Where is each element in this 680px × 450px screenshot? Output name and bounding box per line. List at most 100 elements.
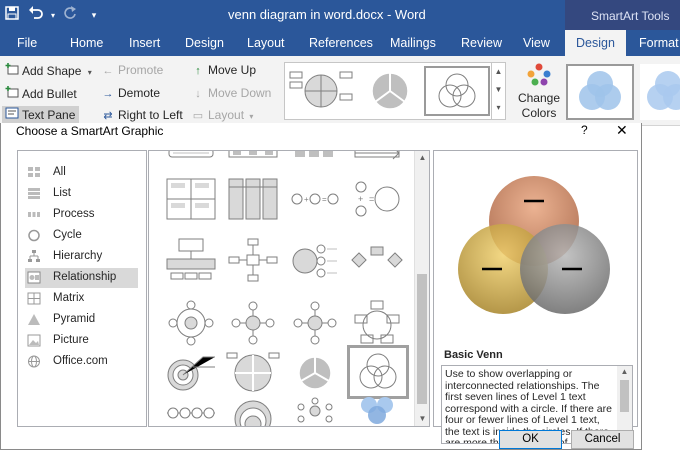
- smartart-style-subtle[interactable]: [640, 64, 680, 120]
- gallery-layout-basic-venn[interactable]: [424, 66, 490, 116]
- promote-arrow-icon: ←: [102, 65, 114, 77]
- redo-icon[interactable]: [58, 6, 82, 24]
- layout-thumbnail[interactable]: [225, 347, 281, 399]
- tab-file[interactable]: File: [17, 36, 37, 50]
- layout-thumbnail-basic-venn[interactable]: [347, 345, 409, 399]
- tab-layout[interactable]: Layout: [247, 36, 285, 50]
- add-bullet-icon: [4, 86, 20, 101]
- desc-scroll-up-icon[interactable]: ▲: [617, 367, 632, 376]
- category-all[interactable]: All: [25, 163, 138, 183]
- smartart-style-flat[interactable]: [566, 64, 634, 120]
- layout-thumbnail[interactable]: [163, 397, 219, 426]
- tab-smartart-design[interactable]: Design: [565, 30, 626, 56]
- layouts-scrollbar[interactable]: ▲ ▼: [414, 151, 429, 426]
- help-button[interactable]: ?: [581, 123, 588, 137]
- title-bar: ▾ ▾ venn diagram in word.docx - Word Sma…: [0, 0, 680, 30]
- layout-thumbnail[interactable]: [287, 151, 343, 175]
- demote-button[interactable]: → Demote: [100, 86, 161, 100]
- category-matrix[interactable]: Matrix: [25, 289, 138, 309]
- layout-thumbnail[interactable]: [287, 397, 343, 426]
- preview-pane: Basic Venn Use to show overlapping or in…: [433, 150, 638, 444]
- layout-thumbnail[interactable]: [163, 297, 219, 349]
- dialog-title: Choose a SmartArt Graphic: [16, 124, 164, 138]
- layout-thumbnail[interactable]: [225, 173, 281, 225]
- gallery-scrollbar[interactable]: ▲ ▼ ▾: [491, 63, 505, 119]
- category-pyramid[interactable]: Pyramid: [25, 310, 138, 330]
- customize-qat-icon[interactable]: ▾: [82, 10, 106, 21]
- matrix-icon: [27, 292, 41, 305]
- layout-thumbnail[interactable]: + =: [287, 173, 343, 225]
- process-icon: [28, 212, 40, 217]
- layout-thumbnail[interactable]: [225, 235, 281, 287]
- gallery-scroll-down-icon[interactable]: ▼: [492, 81, 505, 99]
- close-icon[interactable]: ✕: [616, 122, 628, 139]
- category-process[interactable]: Process: [25, 205, 138, 225]
- tab-view[interactable]: View: [523, 36, 550, 50]
- promote-button[interactable]: ← Promote: [100, 63, 164, 77]
- layout-thumbnail[interactable]: [225, 297, 281, 349]
- scroll-up-icon[interactable]: ▲: [415, 153, 429, 162]
- preview-layout-name: Basic Venn: [444, 349, 503, 361]
- cancel-button[interactable]: Cancel: [571, 430, 634, 449]
- gallery-more-icon[interactable]: ▾: [492, 99, 505, 117]
- layout-thumbnail[interactable]: [225, 397, 281, 426]
- layout-thumbnail[interactable]: [349, 235, 405, 287]
- move-up-button[interactable]: ↑ Move Up: [190, 63, 256, 77]
- promote-label: Promote: [118, 63, 164, 77]
- move-down-button[interactable]: ↓ Move Down: [190, 86, 271, 100]
- layout-thumbnail[interactable]: [163, 173, 219, 225]
- undo-dropdown-icon[interactable]: ▾: [48, 11, 58, 20]
- tab-references[interactable]: References: [309, 36, 373, 50]
- layout-thumbnail[interactable]: [349, 297, 405, 349]
- add-shape-button[interactable]: Add Shape ▾: [4, 63, 92, 78]
- desc-scroll-thumb[interactable]: [620, 380, 629, 412]
- category-list-item[interactable]: List: [25, 184, 138, 204]
- layout-thumbnail[interactable]: [163, 235, 219, 287]
- tab-home[interactable]: Home: [70, 36, 103, 50]
- change-colors-button[interactable]: Change Colors: [517, 62, 561, 121]
- ribbon: Add Shape ▾ Add Bullet Text Pane ← Promot…: [0, 56, 680, 126]
- scroll-thumb[interactable]: [417, 274, 427, 404]
- text-pane-icon: [4, 107, 20, 122]
- category-hierarchy[interactable]: Hierarchy: [25, 247, 138, 267]
- layout-thumbnail[interactable]: [287, 235, 343, 287]
- layout-thumbnail[interactable]: [287, 297, 343, 349]
- layout-button[interactable]: ▭ Layout ▾: [190, 108, 254, 122]
- tab-design[interactable]: Design: [185, 36, 224, 50]
- layout-thumbnail[interactable]: [163, 151, 219, 175]
- layout-thumbnail[interactable]: [349, 397, 405, 426]
- layout-thumbnail[interactable]: [163, 347, 219, 399]
- ok-button[interactable]: OK: [499, 430, 562, 449]
- tab-review[interactable]: Review: [461, 36, 502, 50]
- undo-icon[interactable]: [24, 6, 48, 24]
- demote-arrow-icon: →: [102, 88, 114, 100]
- category-office-com[interactable]: Office.com: [25, 352, 138, 372]
- category-label: Process: [53, 208, 95, 220]
- layouts-gallery: ▲ ▼ ▾: [284, 62, 506, 120]
- tab-insert[interactable]: Insert: [129, 36, 160, 50]
- category-label: Relationship: [53, 271, 117, 283]
- add-shape-icon: [4, 63, 20, 78]
- layout-thumbnail[interactable]: [287, 347, 343, 399]
- category-cycle[interactable]: Cycle: [25, 226, 138, 246]
- right-to-left-label: Right to Left: [118, 108, 183, 122]
- text-pane-button[interactable]: Text Pane: [2, 106, 80, 124]
- layout-thumbnail[interactable]: [349, 151, 405, 175]
- basic-venn-preview: [458, 176, 610, 314]
- gallery-layout-matrix[interactable]: [288, 66, 354, 116]
- category-picture[interactable]: Picture: [25, 331, 138, 351]
- scroll-down-icon[interactable]: ▼: [415, 414, 429, 423]
- tab-mailings[interactable]: Mailings: [390, 36, 436, 50]
- save-icon[interactable]: [0, 6, 24, 24]
- add-bullet-button[interactable]: Add Bullet: [4, 86, 77, 101]
- move-down-icon: ↓: [195, 88, 201, 100]
- all-icon: [28, 167, 40, 177]
- category-label: List: [53, 187, 71, 199]
- tab-format[interactable]: Format: [639, 36, 679, 50]
- category-relationship[interactable]: Relationship: [25, 268, 138, 288]
- gallery-layout-pie[interactable]: [357, 66, 423, 116]
- gallery-scroll-up-icon[interactable]: ▲: [492, 63, 505, 81]
- right-to-left-button[interactable]: ⇄ Right to Left: [100, 108, 183, 122]
- layout-thumbnail[interactable]: + =: [349, 173, 405, 225]
- layout-thumbnail[interactable]: [225, 151, 281, 175]
